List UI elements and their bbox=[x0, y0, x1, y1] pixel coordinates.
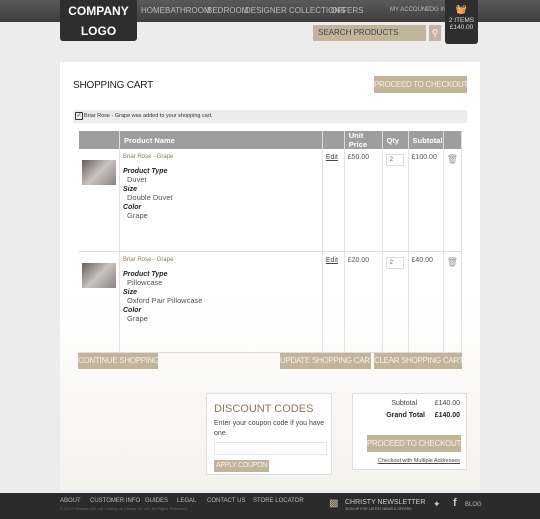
cart-row: Briar Rose - Grape Product Type Pillowcas… bbox=[79, 251, 463, 353]
nav-bathroom[interactable]: BATHROOM bbox=[165, 6, 211, 15]
option-value: Grape bbox=[127, 313, 148, 323]
cart-total: £140.00 bbox=[449, 24, 474, 31]
trash-icon[interactable]: 🗑 bbox=[447, 257, 458, 267]
clear-cart-button[interactable]: CLEAR SHOPPING CART bbox=[374, 353, 464, 369]
product-thumb[interactable] bbox=[79, 149, 120, 252]
option-value: Oxford Pair Pillowcase bbox=[127, 295, 203, 305]
mini-cart[interactable]: 🧺 2 ITEMS £140.00 bbox=[445, 0, 478, 44]
col-image bbox=[79, 131, 120, 149]
cart-items-count: 2 ITEMS bbox=[448, 17, 475, 24]
edit-link[interactable]: Edit bbox=[326, 154, 338, 161]
row-subtotal: £40.00 bbox=[408, 251, 444, 353]
col-subtotal: Subtotal bbox=[408, 131, 444, 149]
footer-legal[interactable]: LEGAL bbox=[177, 498, 196, 504]
grand-total-label: Grand Total bbox=[386, 412, 425, 419]
log-in-link[interactable]: LOG IN bbox=[426, 7, 446, 13]
coupon-input[interactable] bbox=[214, 442, 327, 455]
product-name-link[interactable]: Briar Rose - Grape bbox=[123, 257, 319, 263]
continue-shopping-button[interactable]: CONTINUE SHOPPING bbox=[78, 353, 159, 369]
option-label: Size bbox=[123, 288, 138, 296]
page-title: SHOPPING CART bbox=[73, 80, 154, 91]
search-button[interactable]: ⚲ bbox=[429, 25, 441, 41]
row-subtotal: £100.00 bbox=[408, 149, 444, 252]
footer-contact[interactable]: CONTACT US bbox=[207, 498, 245, 504]
apply-coupon-button[interactable]: APPLY COUPON bbox=[214, 460, 269, 472]
footer-about[interactable]: ABOUT bbox=[60, 498, 81, 504]
success-message: Briar Rose - Grape was added to your sho… bbox=[73, 110, 467, 123]
facebook-icon[interactable]: f bbox=[453, 497, 457, 509]
proceed-checkout-button[interactable]: PROCEED TO CHECKOUT bbox=[367, 435, 461, 452]
nav-offers[interactable]: OFFERS bbox=[331, 6, 363, 15]
my-account-link[interactable]: MY ACCOUNT bbox=[390, 7, 430, 13]
unit-price: £50.00 bbox=[344, 149, 383, 252]
trash-icon[interactable]: 🗑 bbox=[447, 154, 458, 164]
option-label: Color bbox=[123, 204, 142, 211]
option-label: Size bbox=[123, 186, 138, 193]
twitter-icon[interactable]: ✦ bbox=[433, 499, 441, 510]
logo-line2: LOGO bbox=[80, 24, 117, 38]
checkmark-icon: ✓ bbox=[75, 112, 83, 120]
company-logo[interactable]: COMPANY LOGO bbox=[60, 0, 137, 41]
proceed-checkout-top-button[interactable]: PROCEED TO CHECKOUT bbox=[374, 76, 468, 93]
qty-input[interactable]: 2 bbox=[385, 256, 404, 269]
newsletter-sub: SIGN UP FOR LATEST NEWS & OFFERS bbox=[345, 507, 412, 511]
logo-line1: COMPANY bbox=[68, 4, 129, 18]
subtotal-label: Subtotal bbox=[391, 400, 417, 407]
footer-guides[interactable]: GUIDES bbox=[145, 498, 168, 504]
unit-price: £20.00 bbox=[344, 251, 383, 353]
option-label: Product Type bbox=[123, 168, 168, 175]
grand-total-value: £140.00 bbox=[434, 412, 460, 419]
col-edit bbox=[322, 131, 345, 149]
basket-icon: 🧺 bbox=[455, 4, 468, 14]
discount-box: DISCOUNT CODES Enter your coupon code if… bbox=[206, 393, 332, 475]
nav-home[interactable]: HOME bbox=[141, 6, 165, 15]
product-name-link[interactable]: Briar Rose - Grape bbox=[123, 154, 319, 160]
copyright: © 2013 Welspun UK Ltd Trading as Christy… bbox=[60, 506, 187, 511]
option-label: Product Type bbox=[123, 270, 168, 278]
multi-address-link[interactable]: Checkout with Multiple Addresses bbox=[378, 458, 460, 464]
search-icon: ⚲ bbox=[431, 28, 439, 38]
footer: ABOUT CUSTOMER INFO GUIDES LEGAL CONTACT… bbox=[0, 493, 540, 519]
search-input[interactable]: SEARCH PRODUCTS bbox=[313, 25, 426, 41]
subtotal-value: £140.00 bbox=[434, 400, 460, 407]
blog-link[interactable]: BLOG bbox=[465, 502, 482, 508]
option-label: Color bbox=[123, 306, 142, 314]
col-qty: Qty bbox=[382, 131, 409, 149]
footer-store-locator[interactable]: STORE LOCATOR bbox=[253, 498, 304, 504]
col-product-name: Product Name bbox=[119, 131, 323, 149]
discount-title: DISCOUNT CODES bbox=[214, 403, 314, 415]
footer-customer-info[interactable]: CUSTOMER INFO bbox=[90, 498, 140, 504]
col-delete bbox=[443, 131, 463, 149]
edit-link[interactable]: Edit bbox=[326, 257, 338, 264]
product-thumb[interactable] bbox=[79, 251, 120, 353]
cart-table: Product Name Unit Price Qty Subtotal Bri… bbox=[79, 131, 463, 353]
newsletter-link[interactable]: CHRISTY NEWSLETTER bbox=[345, 499, 425, 506]
qty-input[interactable]: 2 bbox=[385, 154, 404, 166]
totals-box: Subtotal £140.00 Grand Total £140.00 PRO… bbox=[352, 393, 467, 470]
cart-row: Briar Rose - Grape Product Type Duvet Siz… bbox=[79, 149, 463, 252]
option-value: Pillowcase bbox=[127, 277, 163, 287]
option-value: Grape bbox=[127, 211, 148, 220]
option-value: Double Duvet bbox=[127, 193, 173, 202]
option-value: Duvet bbox=[127, 175, 147, 184]
nav-bedroom[interactable]: BEDROOM bbox=[207, 6, 248, 15]
discount-text: Enter your coupon code if you have one. bbox=[214, 420, 325, 437]
update-cart-button[interactable]: UPDATE SHOPPING CART bbox=[280, 353, 374, 369]
col-unit-price: Unit Price bbox=[344, 131, 383, 149]
newsletter-icon: ▩ bbox=[329, 498, 339, 509]
